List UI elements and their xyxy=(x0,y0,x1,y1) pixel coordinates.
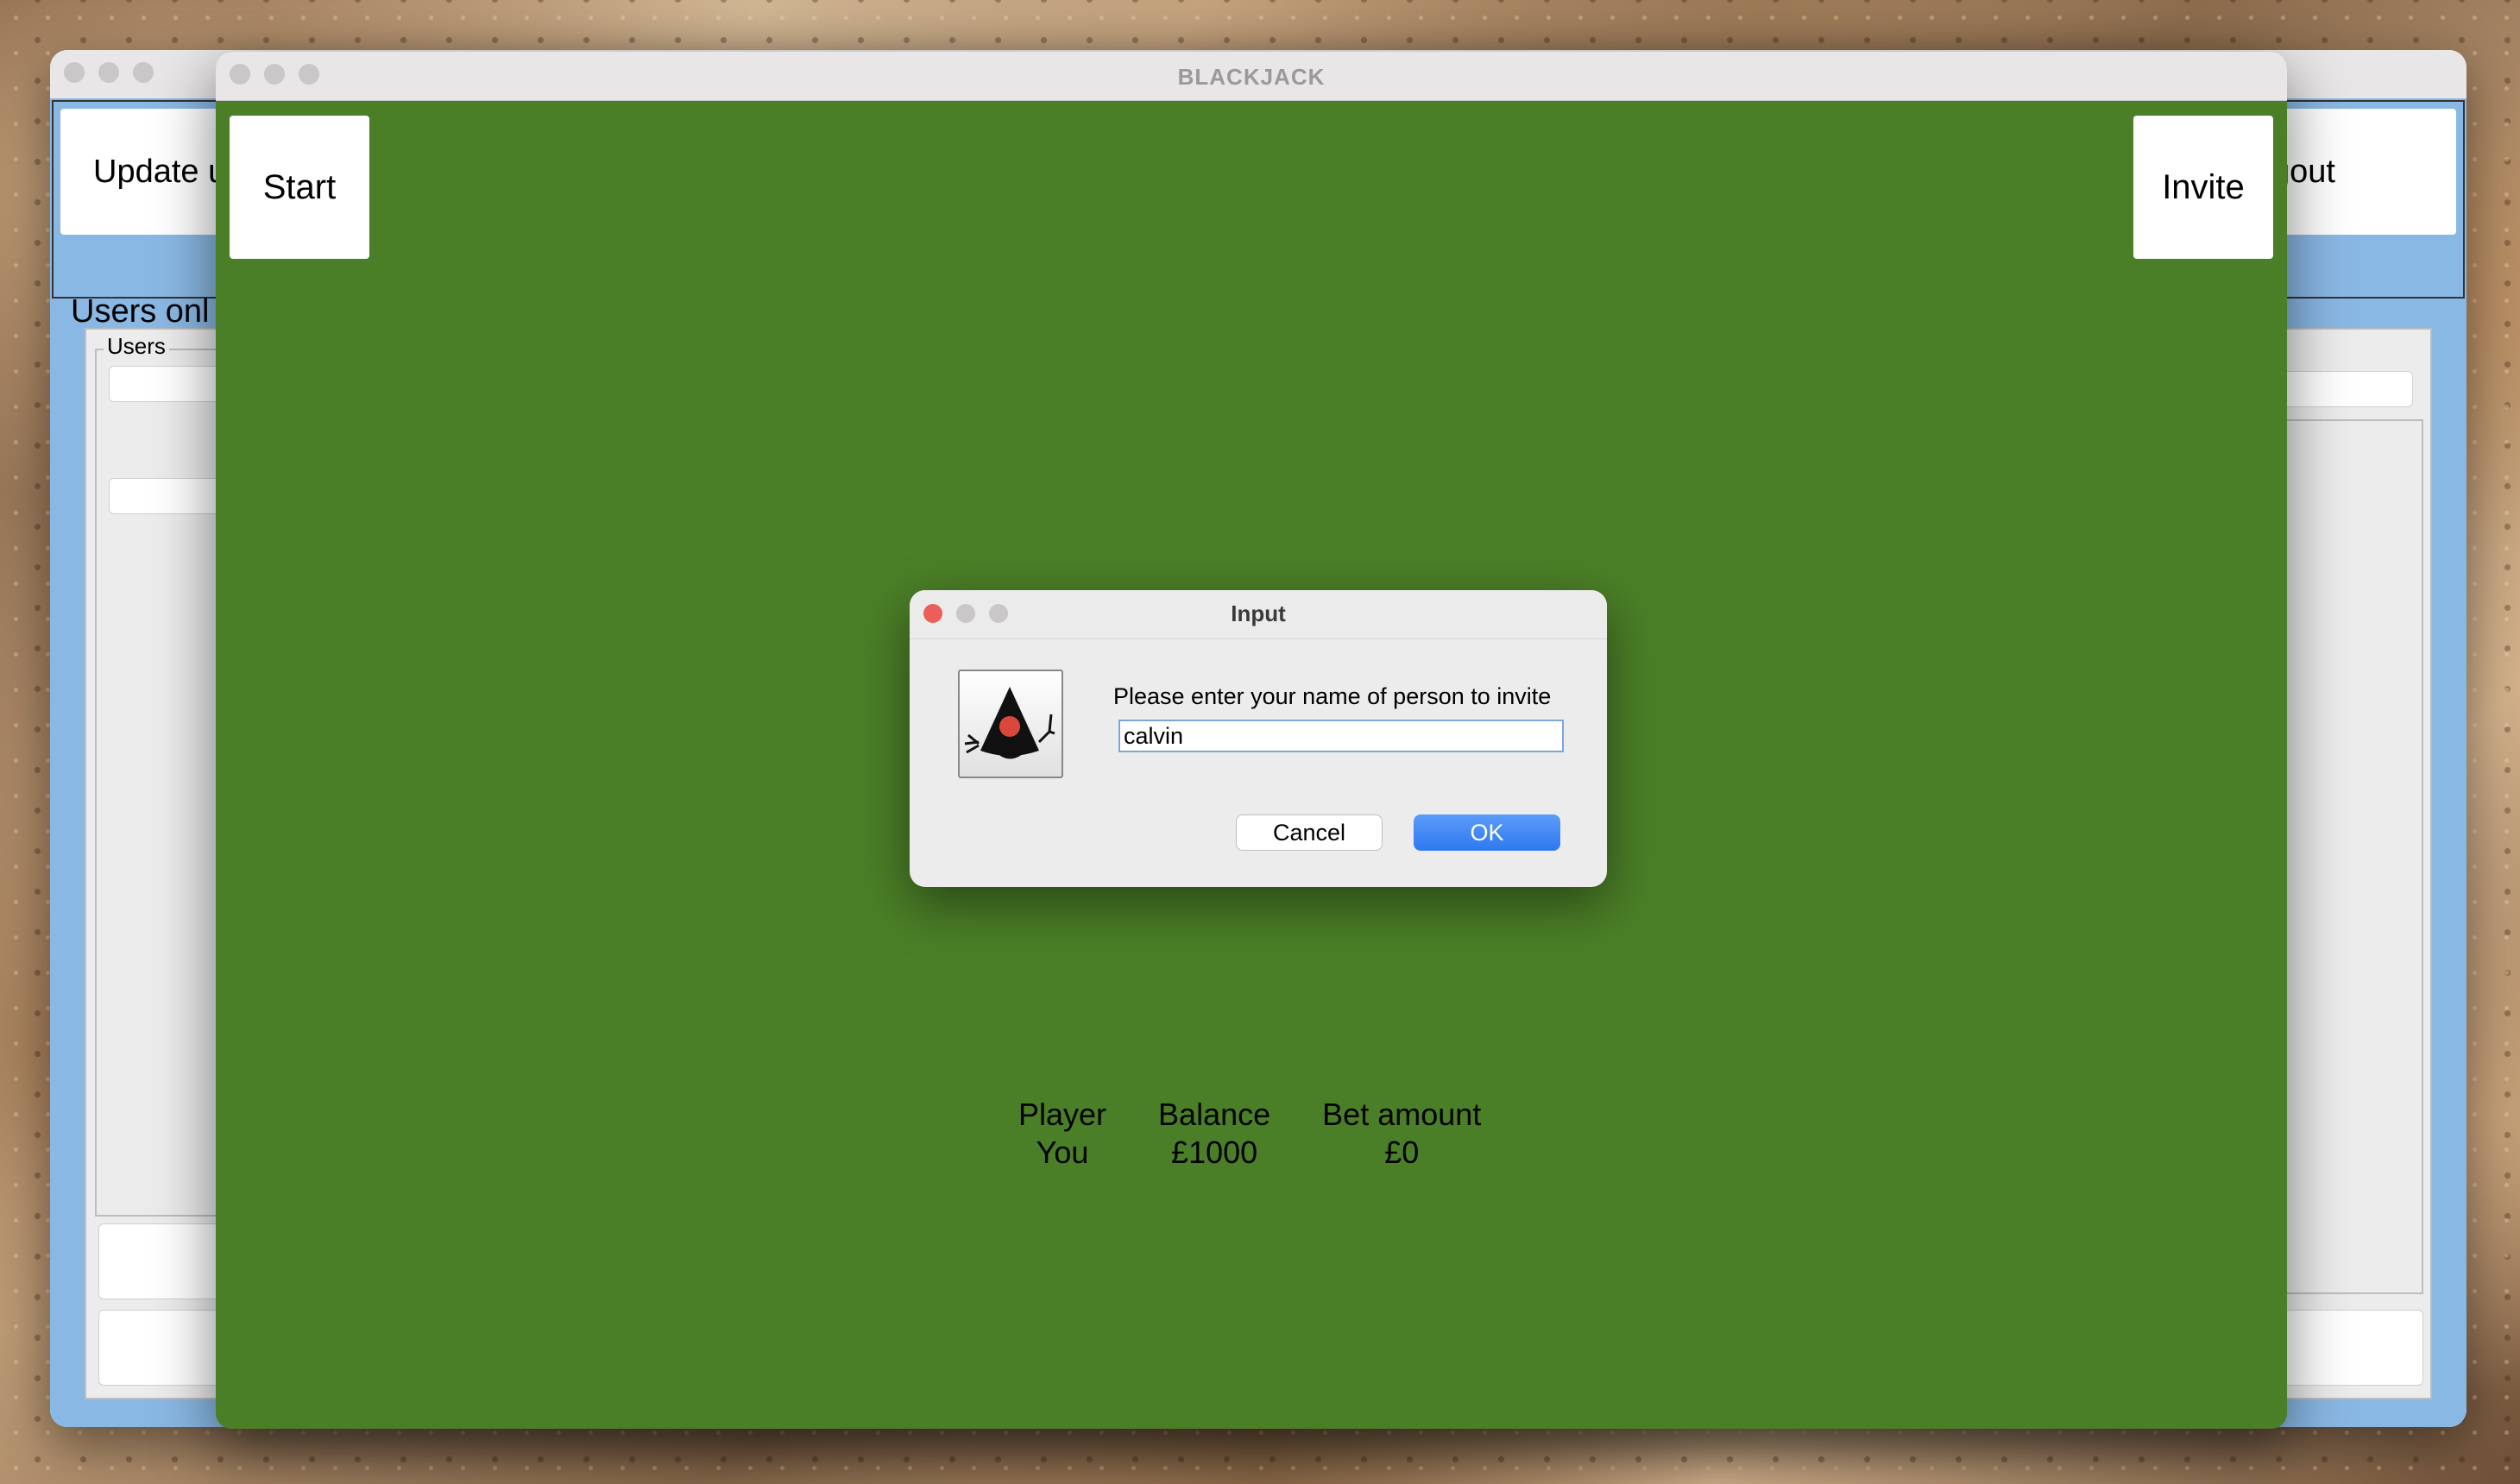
right-input[interactable] xyxy=(2273,371,2413,407)
dialog-prompt: Please enter your name of person to invi… xyxy=(1113,683,1552,709)
player-column: Player You xyxy=(1018,1096,1106,1172)
player-header: Player xyxy=(1018,1097,1107,1132)
bet-value: £0 xyxy=(1384,1135,1420,1170)
balance-column: Balance £1000 xyxy=(1158,1096,1270,1172)
users-online-label: Users onl xyxy=(71,293,210,330)
right-field[interactable] xyxy=(2275,1310,2423,1386)
java-duke-icon xyxy=(958,670,1063,778)
zoom-icon[interactable] xyxy=(133,62,154,83)
player-stats: Player You Balance £1000 Bet amount £0 xyxy=(1018,1096,1481,1172)
dialog-title: Input xyxy=(1231,601,1286,626)
input-dialog: Input Please enter your name of person t… xyxy=(910,590,1607,887)
lobby-window-controls xyxy=(64,62,154,83)
users-group-label: Users xyxy=(104,333,169,360)
balance-header: Balance xyxy=(1158,1097,1271,1132)
invite-name-input[interactable] xyxy=(1118,720,1564,752)
invite-button[interactable]: Invite xyxy=(2133,116,2273,259)
window-title: BLACKJACK xyxy=(1177,64,1326,90)
minimize-icon[interactable] xyxy=(98,62,119,83)
ok-button[interactable]: OK xyxy=(1414,814,1560,851)
cancel-button[interactable]: Cancel xyxy=(1236,814,1383,851)
bet-header: Bet amount xyxy=(1322,1097,1482,1132)
start-button[interactable]: Start xyxy=(230,116,369,259)
right-list xyxy=(2273,419,2423,1294)
dialog-titlebar: Input xyxy=(910,590,1607,639)
bet-column: Bet amount £0 xyxy=(1322,1096,1481,1172)
close-icon[interactable] xyxy=(64,62,85,83)
blackjack-titlebar: BLACKJACK xyxy=(216,52,2287,101)
balance-value: £1000 xyxy=(1171,1135,1258,1170)
update-users-label: Update u xyxy=(93,153,227,190)
player-value: You xyxy=(1036,1135,1089,1170)
